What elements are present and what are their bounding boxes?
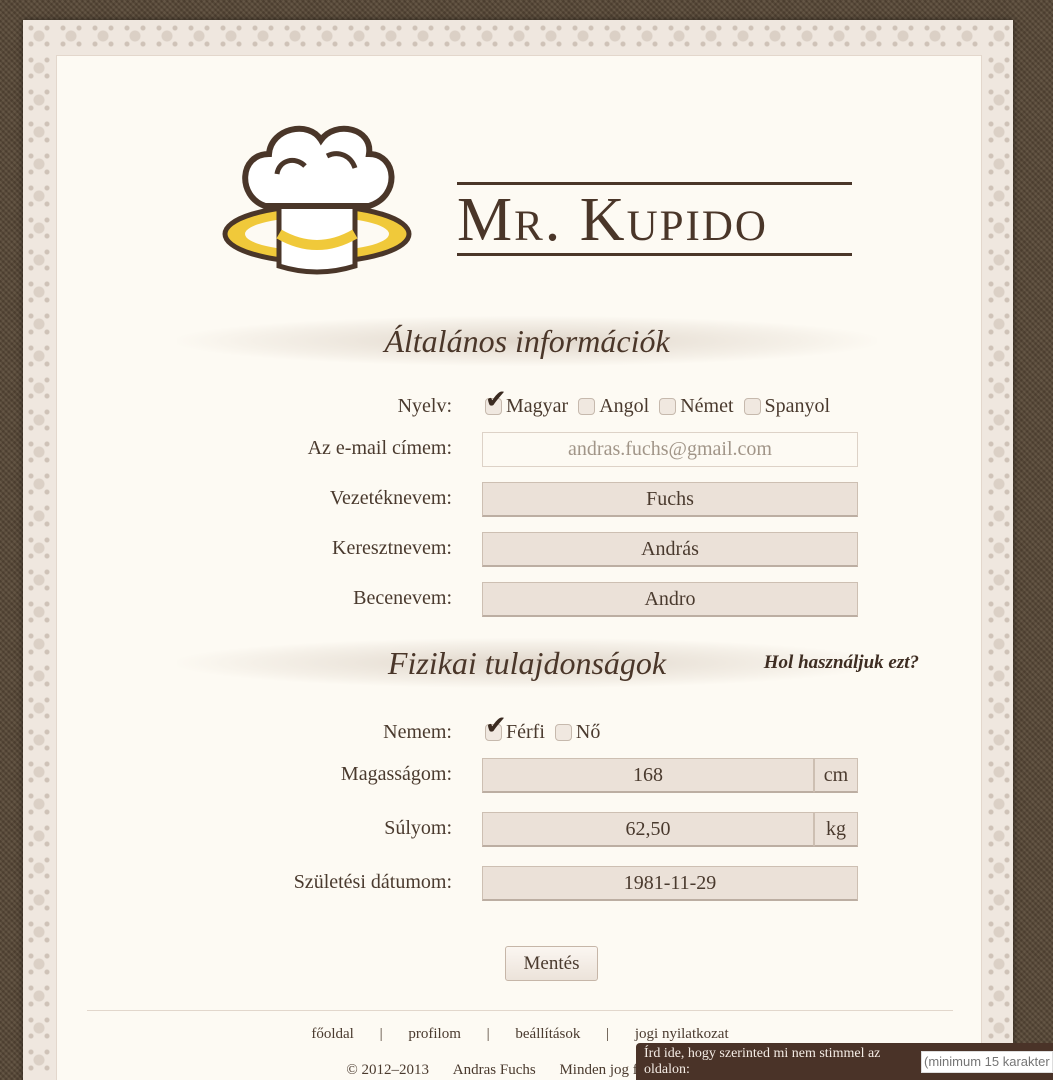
email-label: Az e-mail címem: [307,437,452,459]
firstname-field[interactable]: András [482,532,858,567]
gender-option-male[interactable]: Férfi [485,711,545,747]
height-field[interactable]: 168 [482,758,814,793]
height-label: Magasságom: [340,763,452,785]
checkbox-no[interactable] [554,723,572,741]
language-option-es[interactable]: Spanyol [743,391,831,421]
nickname-field[interactable]: Andro [482,582,858,617]
chef-hat-logo-icon [222,125,412,275]
gender-label: Nemem: [383,721,452,743]
email-field[interactable]: andras.fuchs@gmail.com [482,432,858,467]
checkbox-angol[interactable] [578,397,596,415]
footer-separator: | [606,1026,610,1042]
lastname-label: Vezetéknevem: [329,487,452,509]
language-option-en[interactable]: Angol [578,391,649,421]
feedback-bar: Írd ide, hogy szerinted mi nem stimmel a… [636,1043,1053,1080]
gender-option-female[interactable]: Nő [554,717,601,747]
gender-label-no: Nő [575,721,601,743]
footer-link-settings[interactable]: beállítások [515,1026,580,1042]
where-used-link[interactable]: Hol használjuk ezt? [764,652,919,674]
weight-unit: kg [814,812,858,847]
checkbox-ferfi[interactable] [485,711,507,741]
nickname-label: Becenevem: [353,587,452,609]
footer-link-home[interactable]: főoldal [311,1026,354,1042]
footer-link-legal[interactable]: jogi nyilatkozat [635,1026,729,1042]
firstname-label: Keresztnevem: [332,537,452,559]
footer-nav: főoldal | profilom | beállítások | jogi … [57,1026,983,1043]
birthdate-label: Születési dátumom: [293,871,452,893]
content-panel: Mr. Kupido Általános információk Nyelv: … [56,55,982,1080]
weight-field[interactable]: 62,50 [482,812,814,847]
brand-top-line [457,182,852,185]
save-button[interactable]: Mentés [505,946,598,981]
weight-label: Súlyom: [384,817,452,839]
footer-link-profile[interactable]: profilom [408,1026,461,1042]
language-label: Nyelv: [397,395,452,417]
page-frame: Mr. Kupido Általános információk Nyelv: … [23,20,1013,1080]
height-unit: cm [814,758,858,793]
section-title-general: Általános információk [177,316,877,366]
language-label-nemet: Német [680,395,734,417]
copyright-years: © 2012–2013 [346,1062,430,1078]
footer-separator: | [379,1026,383,1042]
checkbox-magyar[interactable] [485,385,507,415]
language-label-magyar: Magyar [506,395,569,417]
language-option-de[interactable]: Német [659,391,734,421]
checkbox-spanyol[interactable] [743,397,761,415]
language-options: Magyar Angol Német Spanyol [485,385,831,421]
copyright-owner: Andras Fuchs [452,1062,536,1078]
checkbox-nemet[interactable] [659,397,677,415]
brand-bottom-line [457,253,852,256]
logo[interactable]: Mr. Kupido [57,56,983,316]
brand-name: Mr. Kupido [457,186,768,254]
gender-options: Férfi Nő [485,711,601,747]
gender-label-ferfi: Férfi [506,721,545,743]
feedback-label: Írd ide, hogy szerinted mi nem stimmel a… [644,1045,881,1077]
footer-divider [87,1010,953,1011]
language-label-angol: Angol [599,395,650,417]
birthdate-field[interactable]: 1981-11-29 [482,866,858,901]
footer-separator: | [486,1026,490,1042]
feedback-input[interactable] [921,1050,1053,1073]
language-label-spanyol: Spanyol [764,395,831,417]
lastname-field[interactable]: Fuchs [482,482,858,517]
language-option-hu[interactable]: Magyar [485,385,569,421]
